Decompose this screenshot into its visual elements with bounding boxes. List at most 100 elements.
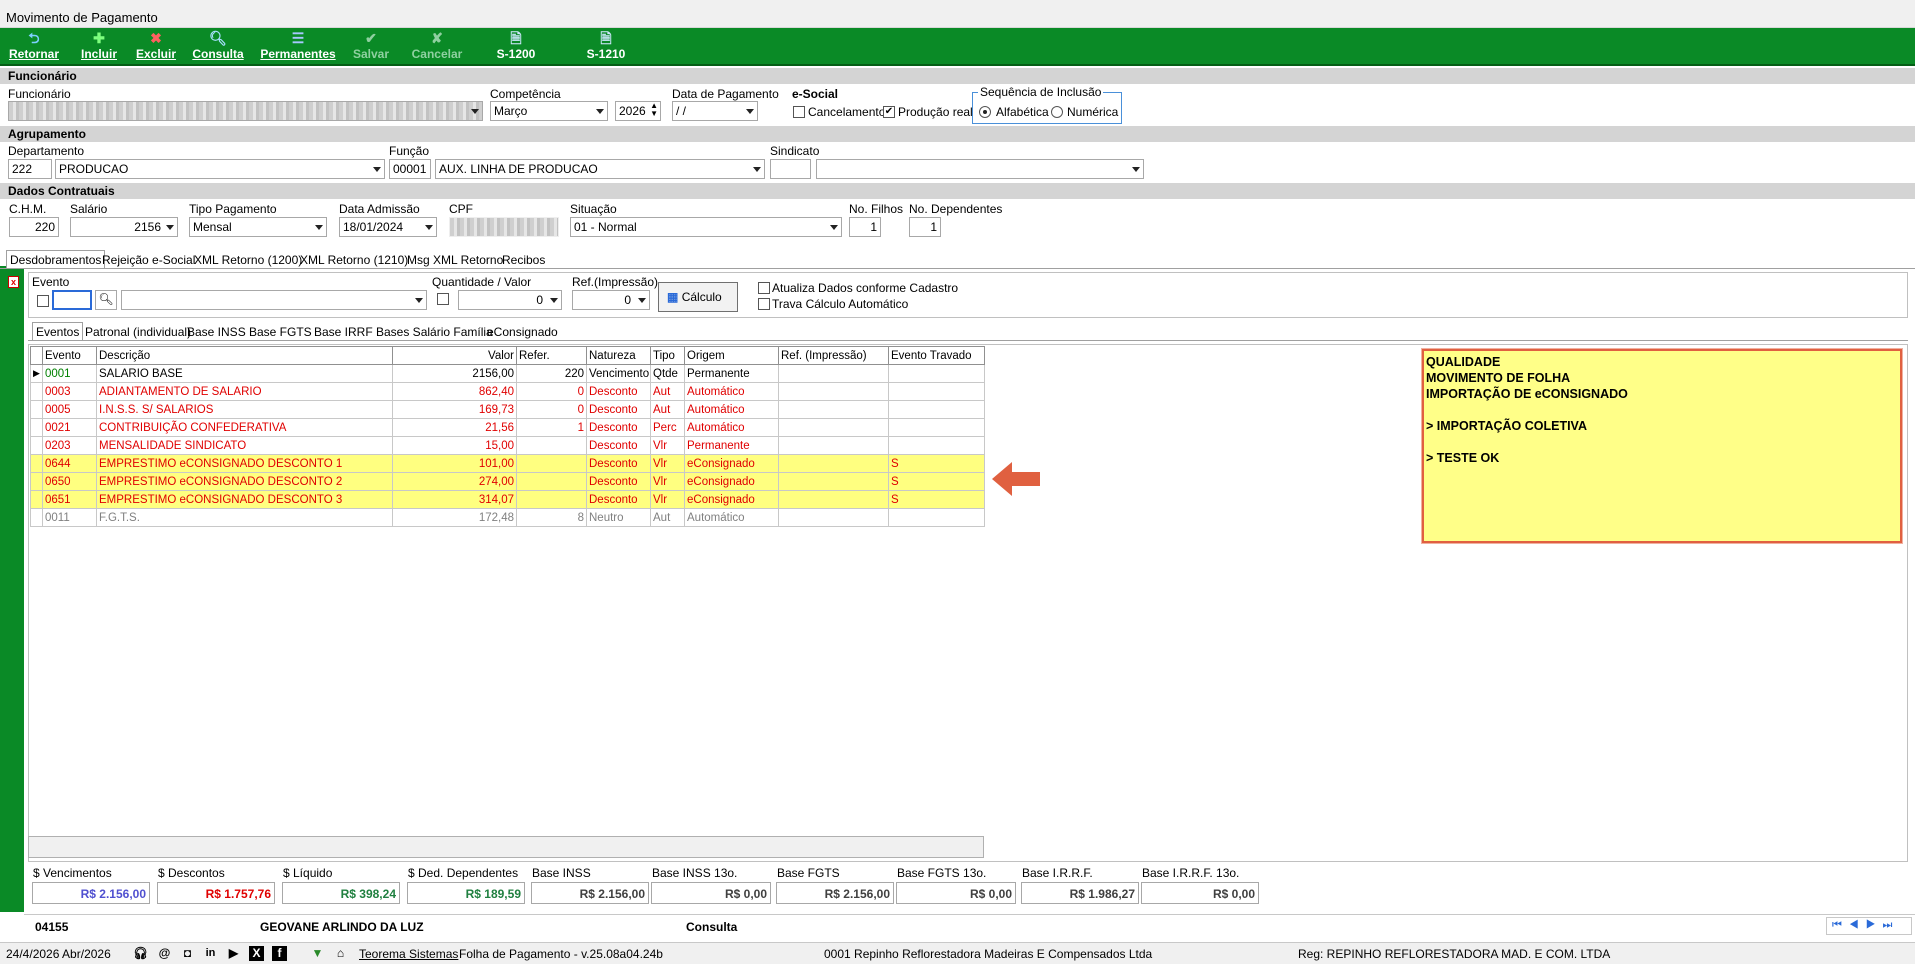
last-record-icon[interactable]: ⏭	[1883, 919, 1900, 931]
table-row[interactable]: 0203 MENSALIDADE SINDICATO 15,00 Desconto Vl…	[30, 436, 985, 455]
filter-icon[interactable]: ▼	[310, 946, 325, 961]
consulta-button[interactable]: 🔍︎ Consulta	[192, 30, 244, 64]
grid-header[interactable]: Natureza	[586, 346, 651, 365]
table-row[interactable]: ▶ 0001 SALARIO BASE 2156,00 220 Vencimento Qtd…	[30, 364, 985, 383]
sindicato-codigo-input[interactable]	[770, 159, 811, 179]
prev-record-icon[interactable]: ◀	[1849, 919, 1866, 931]
evento-codigo-input[interactable]	[52, 290, 92, 310]
row-selector[interactable]: ▶	[30, 364, 43, 383]
funcionario-select[interactable]	[8, 101, 483, 121]
funcao-select[interactable]: AUX. LINHA DE PRODUCAO	[435, 159, 765, 179]
subtab-patronal[interactable]: Patronal (individual)	[81, 322, 195, 340]
subtab-econsignado[interactable]: eConsignado	[483, 322, 562, 340]
grid-header[interactable]: Origem	[684, 346, 779, 365]
table-row[interactable]: 0650 EMPRESTIMO eCONSIGNADO DESCONTO 2 274…	[30, 472, 985, 491]
base-irrf13-value: R$ 0,00	[1141, 882, 1259, 904]
grid-header[interactable]: Refer.	[516, 346, 587, 365]
headset-icon[interactable]: 🎧︎	[133, 946, 148, 961]
data-admissao-input[interactable]: 18/01/2024	[339, 217, 437, 237]
row-selector[interactable]	[30, 436, 43, 455]
table-row[interactable]: 0003 ADIANTAMENTO DE SALARIO 862,40 0 Descon…	[30, 382, 985, 401]
facebook-icon[interactable]: f	[272, 946, 287, 961]
departamento-select[interactable]: PRODUCAO	[55, 159, 385, 179]
numerica-radio[interactable]	[1051, 106, 1063, 118]
incluir-button[interactable]: ✚ Incluir	[78, 30, 120, 64]
youtube-icon[interactable]: ▶	[226, 946, 241, 961]
s1200-button[interactable]: 🗎 S-1200	[490, 30, 542, 64]
chm-input[interactable]: 220	[9, 217, 59, 237]
evento-search-button[interactable]: 🔍︎	[95, 290, 117, 310]
permanentes-button[interactable]: ☰ Permanentes	[258, 30, 338, 64]
filhos-input[interactable]: 1	[849, 217, 881, 237]
record-navigator[interactable]: ⏮◀▶⏭	[1826, 917, 1912, 935]
situacao-select[interactable]: 01 - Normal	[570, 217, 842, 237]
email-icon[interactable]: @	[157, 946, 172, 961]
subtab-base-irrf[interactable]: Base IRRF	[310, 322, 377, 340]
row-selector[interactable]	[30, 490, 43, 509]
sindicato-select[interactable]	[816, 159, 1144, 179]
status-empresa: 0001 Repinho Reflorestadora Madeiras E C…	[824, 947, 1153, 961]
tab-recibos[interactable]: Recibos	[498, 250, 549, 268]
salvar-button[interactable]: ✔ Salvar	[350, 30, 392, 64]
grid-header[interactable]: Evento	[42, 346, 97, 365]
retornar-button[interactable]: ⮌ Retornar	[8, 30, 60, 64]
salario-input[interactable]: 2156	[70, 217, 178, 237]
first-record-icon[interactable]: ⏮	[1832, 919, 1849, 931]
subtab-eventos[interactable]: Eventos	[32, 322, 84, 340]
close-icon[interactable]: x	[8, 276, 19, 288]
row-selector[interactable]	[30, 472, 43, 491]
x-icon[interactable]: X	[249, 946, 264, 961]
s1210-button[interactable]: 🗎 S-1210	[580, 30, 632, 64]
dependentes-input[interactable]: 1	[909, 217, 941, 237]
grid-header[interactable]: Evento Travado	[888, 346, 985, 365]
tab-xml-1200[interactable]: XML Retorno (1200)	[190, 250, 306, 268]
grid-header[interactable]: Ref. (Impressão)	[778, 346, 889, 365]
grid-header[interactable]: Descrição	[96, 346, 393, 365]
graduation-icon[interactable]: ⌂	[333, 946, 348, 961]
data-pagamento-input[interactable]: / /	[672, 101, 758, 121]
grid-header[interactable]: Valor	[392, 346, 517, 365]
row-selector[interactable]	[30, 382, 43, 401]
next-record-icon[interactable]: ▶	[1866, 919, 1883, 931]
ded-dependentes-label: $ Ded. Dependentes	[408, 866, 519, 880]
funcao-codigo-input[interactable]: 00001	[389, 159, 431, 179]
tipo-pagamento-select[interactable]: Mensal	[189, 217, 327, 237]
alfabetica-radio[interactable]	[979, 106, 991, 118]
row-selector[interactable]	[30, 454, 43, 473]
subtab-salario-familia[interactable]: Bases Salário Família	[372, 322, 497, 340]
tab-xml-1210[interactable]: XML Retorno (1210)	[296, 250, 412, 268]
atualiza-checkbox[interactable]	[758, 282, 770, 294]
calculo-button[interactable]: ▦ Cálculo	[658, 282, 738, 312]
table-row[interactable]: 0021 CONTRIBUIÇÃO CONFEDERATIVA 21,56 1 Desc…	[30, 418, 985, 437]
quantidade-input[interactable]: 0	[458, 290, 562, 310]
evento-checkbox[interactable]	[37, 295, 49, 307]
linkedin-icon[interactable]: in	[203, 946, 218, 961]
instagram-icon[interactable]: ◘	[180, 946, 195, 961]
table-row[interactable]: 0644 EMPRESTIMO eCONSIGNADO DESCONTO 1 101…	[30, 454, 985, 473]
tab-msg-xml[interactable]: Msg XML Retorno	[403, 250, 507, 268]
tab-rejeicao[interactable]: Rejeição e-Social	[98, 250, 199, 268]
cancelar-button[interactable]: ✘ Cancelar	[408, 30, 466, 64]
grid-header[interactable]: Tipo	[650, 346, 685, 365]
row-selector[interactable]	[30, 508, 43, 527]
row-selector[interactable]	[30, 418, 43, 437]
producao-real-checkbox[interactable]: ✔	[883, 106, 895, 118]
quantidade-checkbox[interactable]	[437, 293, 449, 305]
table-row[interactable]: 0011 F.G.T.S. 172,48 8 Neutro Aut Automático	[30, 508, 985, 527]
row-selector[interactable]	[30, 400, 43, 419]
evento-select[interactable]	[121, 290, 427, 310]
table-row[interactable]: 0005 I.N.S.S. S/ SALARIOS 169,73 0 Desconto A…	[30, 400, 985, 419]
trava-checkbox[interactable]	[758, 298, 770, 310]
excluir-button[interactable]: ✖ Excluir	[134, 30, 178, 64]
competencia-ano-spinner[interactable]: 2026 ▲ ▼	[615, 101, 661, 121]
tab-desdobramentos[interactable]: Desdobramentos	[6, 250, 106, 268]
cpf-input[interactable]	[449, 217, 559, 237]
table-row[interactable]: 0651 EMPRESTIMO eCONSIGNADO DESCONTO 3 314…	[30, 490, 985, 509]
subtab-base-fgts[interactable]: Base FGTS	[245, 322, 316, 340]
departamento-codigo-input[interactable]: 222	[8, 159, 52, 179]
teorema-link[interactable]: Teorema Sistemas	[359, 947, 458, 961]
subtab-base-inss[interactable]: Base INSS	[183, 322, 250, 340]
cancelamento-checkbox[interactable]	[793, 106, 805, 118]
ref-impressao-input[interactable]: 0	[572, 290, 650, 310]
competencia-mes-select[interactable]: Março	[490, 101, 608, 121]
